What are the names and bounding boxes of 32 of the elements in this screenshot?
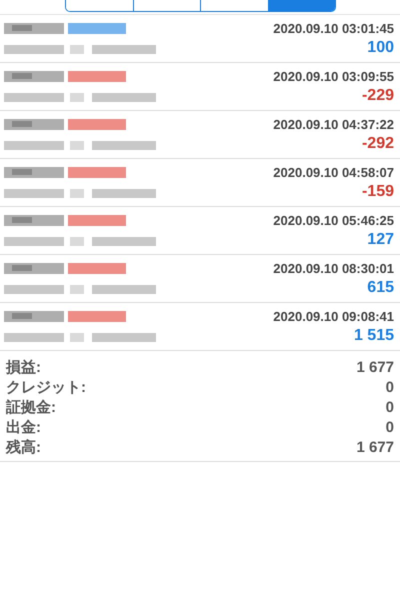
deal-row[interactable]: 2020.09.10 04:58:07 -159 <box>0 159 400 207</box>
deal-row[interactable]: 2020.09.10 05:46:25 127 <box>0 207 400 255</box>
deal-row[interactable]: 2020.09.10 03:09:55 -229 <box>0 63 400 111</box>
summary-value: 0 <box>386 398 394 416</box>
summary-label: 出金: <box>6 418 41 436</box>
summary-label: クレジット: <box>6 378 86 396</box>
deal-profit: 1 515 <box>354 326 394 344</box>
summary-value: 0 <box>386 418 394 436</box>
deal-time: 2020.09.10 09:08:41 <box>273 308 394 324</box>
deal-row[interactable]: 2020.09.10 09:08:41 1 515 <box>0 303 400 351</box>
deal-time: 2020.09.10 04:37:22 <box>273 116 394 132</box>
deal-profit: -292 <box>362 134 394 152</box>
deal-time: 2020.09.10 04:58:07 <box>273 164 394 180</box>
deal-time: 2020.09.10 05:46:25 <box>273 212 394 228</box>
deal-row[interactable]: 2020.09.10 04:37:22 -292 <box>0 111 400 159</box>
summary-label: 残高: <box>6 438 41 456</box>
deal-time: 2020.09.10 03:09:55 <box>273 68 394 84</box>
segment-tab[interactable] <box>134 0 201 11</box>
deal-profit: -229 <box>362 86 394 104</box>
summary-label: 証拠金: <box>6 398 56 416</box>
deal-profit: 100 <box>367 38 394 56</box>
deal-time: 2020.09.10 03:01:45 <box>273 20 394 36</box>
summary-value: 1 677 <box>356 358 394 376</box>
deal-row[interactable]: 2020.09.10 08:30:01 615 <box>0 255 400 303</box>
deal-profit: 127 <box>367 230 394 248</box>
deal-profit: 615 <box>367 278 394 296</box>
deal-profit: -159 <box>362 182 394 200</box>
deal-time: 2020.09.10 08:30:01 <box>273 260 394 276</box>
summary-label: 損益: <box>6 358 41 376</box>
summary-value: 1 677 <box>356 438 394 456</box>
summary-value: 0 <box>386 378 394 396</box>
deal-row[interactable]: 2020.09.10 03:01:45 100 <box>0 15 400 63</box>
